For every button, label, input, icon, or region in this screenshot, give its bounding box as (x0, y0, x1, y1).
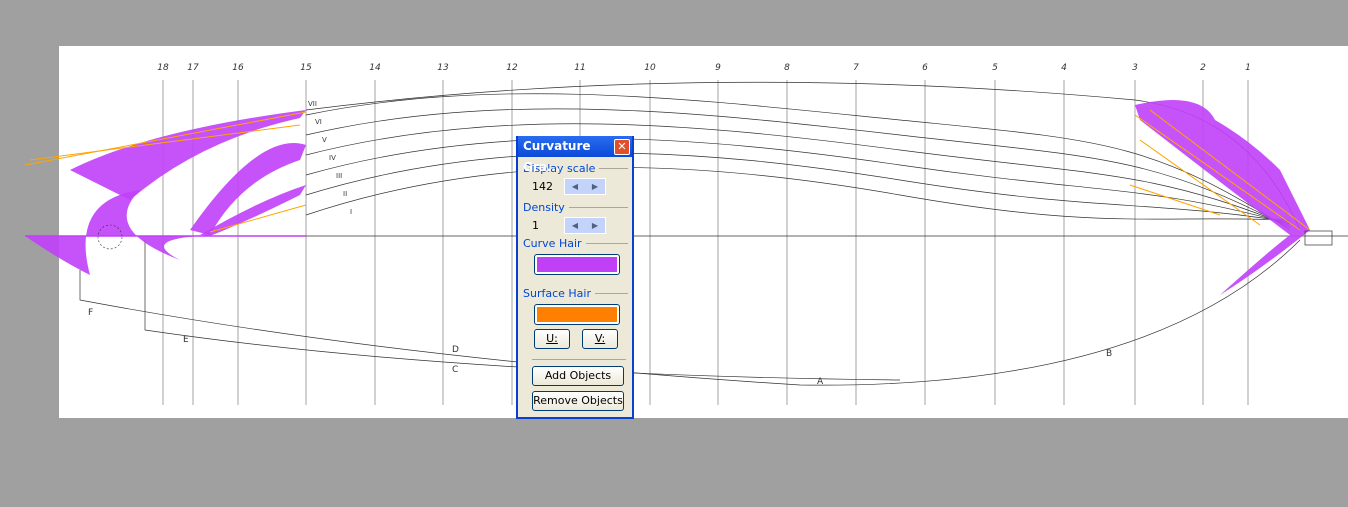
display-scale-value: 142 (532, 179, 553, 193)
section-label: A (817, 377, 824, 387)
drawing-canvas[interactable]: 18 17 16 15 14 13 12 11 10 9 8 7 6 5 4 3 2 1 VII VI V IV III II… (24, 46, 1348, 418)
surface-hair-color-button[interactable] (534, 304, 620, 325)
v-button[interactable]: V: (582, 329, 618, 349)
density-label: Density (518, 199, 632, 215)
station-label: 7 (853, 63, 859, 73)
waterline-label: I (350, 208, 352, 216)
divider (532, 359, 626, 360)
waterline-label: II (343, 190, 347, 198)
waterline-curve (305, 123, 1291, 227)
hull-lines-drawing: 18 17 16 15 14 13 12 11 10 9 8 7 6 5 4 3 2 1VIIVIVIVIIIII… (24, 63, 1348, 405)
station-label: 18 (157, 63, 169, 73)
chevron-left-icon[interactable]: ◀ (565, 218, 585, 233)
waterline-curve (305, 152, 1291, 223)
section-label: D (452, 345, 459, 355)
station-label: 12 (506, 63, 518, 73)
density-value: 1 (532, 218, 539, 232)
station-label: 5 (992, 63, 998, 73)
station-label: 3 (1132, 63, 1138, 73)
keel-line (79, 239, 1301, 386)
u-button[interactable]: U: (534, 329, 570, 349)
station-label: 16 (232, 63, 244, 73)
waterline-label: IV (329, 154, 336, 162)
chevron-left-icon[interactable]: ◀ (565, 179, 585, 194)
add-objects-button[interactable]: Add Objects (532, 366, 624, 386)
section-label: B (1106, 349, 1112, 359)
curve-hair-label: Curve Hair (518, 235, 632, 251)
chevron-right-icon[interactable]: ▶ (585, 218, 605, 233)
density-spinner[interactable]: ◀ ▶ (564, 216, 606, 234)
section-label: E (183, 335, 189, 345)
dialog-titlebar[interactable]: Curvature Gra... ✕ (518, 136, 632, 174)
surface-hair-label: Surface Hair (518, 285, 632, 301)
station-label: 11 (574, 63, 585, 73)
station-label: 1 (1245, 63, 1251, 73)
curvature-hair-bow (25, 190, 200, 275)
station-label: 8 (784, 63, 790, 73)
section-label: C (452, 365, 458, 375)
surface-hair-swatch (537, 307, 617, 322)
waterline-curve (305, 108, 1291, 229)
display-scale-spinner[interactable]: ◀ ▶ (564, 177, 606, 195)
bowsprit-block (1304, 230, 1333, 246)
curve-hair-color-button[interactable] (534, 254, 620, 275)
station-label: 6 (922, 63, 928, 73)
station-label: 14 (369, 63, 381, 73)
curvature-hair-fore (1135, 100, 1310, 295)
surface-hair-line (1149, 109, 1311, 231)
waterline-label: VII (308, 100, 317, 108)
waterline-label: III (336, 172, 342, 180)
curve-hair-swatch (537, 257, 617, 272)
station-label: 10 (644, 63, 656, 73)
station-label: 4 (1061, 63, 1067, 73)
curvature-graph-dialog: Curvature Gra...✕ Display scale 142◀▶ De… (516, 136, 634, 419)
waterline-label: V (322, 136, 327, 144)
station-label: 15 (300, 63, 312, 73)
close-icon[interactable]: ✕ (614, 139, 630, 155)
waterline-label: VI (315, 118, 322, 126)
chevron-right-icon[interactable]: ▶ (585, 179, 605, 194)
section-label: F (88, 308, 93, 318)
station-label: 17 (187, 63, 199, 73)
station-label: 2 (1200, 63, 1206, 73)
remove-objects-button[interactable]: Remove Objects (532, 391, 624, 411)
station-label: 13 (437, 63, 449, 73)
station-label: 9 (715, 63, 721, 73)
